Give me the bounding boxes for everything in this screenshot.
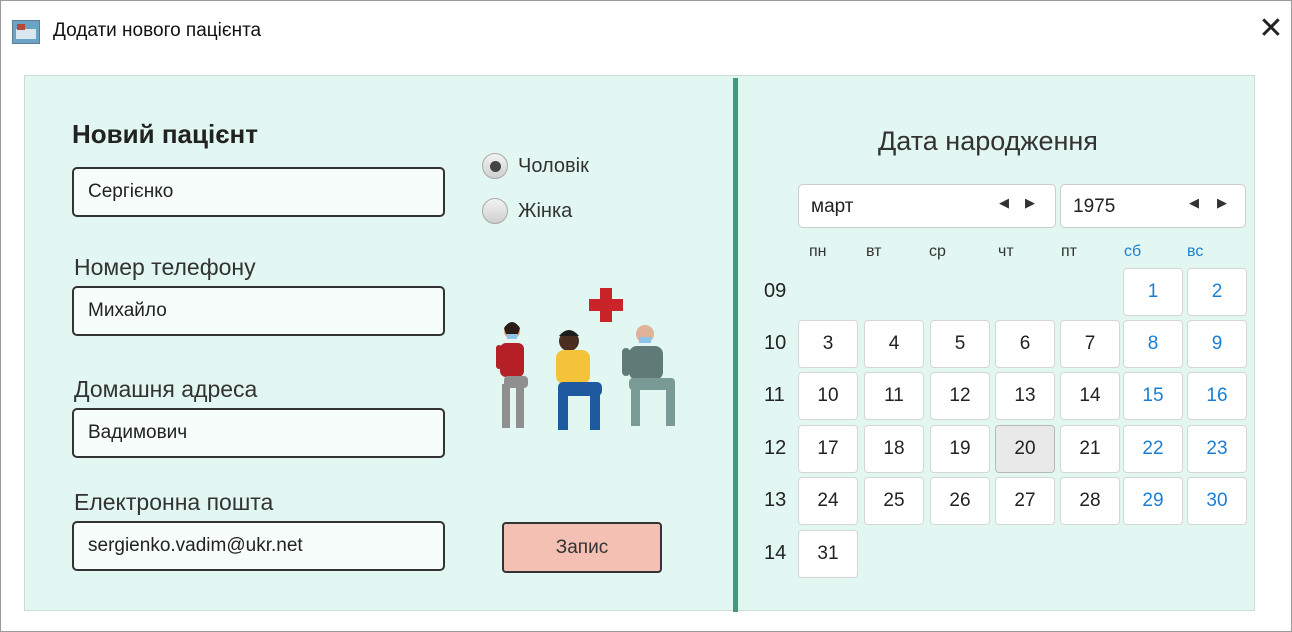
title-bar: Додати нового пацієнта ✕: [1, 1, 1291, 61]
medical-cross-icon: [589, 288, 623, 322]
calendar-day-cell[interactable]: 28: [1060, 477, 1120, 525]
calendar-day-cell[interactable]: 15: [1123, 372, 1183, 420]
calendar-day-cell[interactable]: 3: [798, 320, 858, 368]
form-heading: Новий пацієнт: [72, 119, 258, 149]
person-older-man-figure: [622, 325, 675, 426]
calendar-day-cell[interactable]: 31: [798, 530, 858, 578]
week-number: 10: [764, 332, 787, 354]
calendar-day-cell[interactable]: 6: [995, 320, 1055, 368]
calendar-day-cell[interactable]: 20: [995, 425, 1055, 473]
calendar-day-cell[interactable]: 29: [1123, 477, 1183, 525]
calendar-day-cell[interactable]: 8: [1123, 320, 1183, 368]
radio-male[interactable]: Чоловік: [482, 151, 589, 181]
week-number: 14: [764, 542, 787, 564]
radio-female-label: Жінка: [518, 199, 573, 222]
calendar-day-cell[interactable]: 13: [995, 372, 1055, 420]
window-title: Додати нового пацієнта: [53, 20, 262, 41]
calendar-day-cell[interactable]: 19: [930, 425, 990, 473]
address-label: Домашня адреса: [74, 376, 258, 402]
week-number: 09: [764, 280, 787, 302]
calendar-day-cell[interactable]: 26: [930, 477, 990, 525]
calendar-day-cell[interactable]: 1: [1123, 268, 1183, 316]
month-next-arrow-icon[interactable]: ▶: [1025, 195, 1035, 211]
month-spinner[interactable]: март ◀ ▶: [798, 184, 1056, 228]
radio-male-indicator[interactable]: [482, 153, 508, 179]
weekday-header: вс: [1187, 243, 1204, 260]
calendar-day-cell[interactable]: 11: [864, 372, 924, 420]
address-field[interactable]: [72, 408, 445, 458]
email-label: Електронна пошта: [74, 489, 274, 515]
weekday-header: чт: [998, 243, 1014, 260]
person-man-yellow-figure: [556, 330, 602, 430]
calendar-day-cell[interactable]: 12: [930, 372, 990, 420]
calendar-day-cell[interactable]: 24: [798, 477, 858, 525]
calendar-day-cell[interactable]: 16: [1187, 372, 1247, 420]
weekday-header: сб: [1124, 243, 1142, 260]
calendar-day-cell[interactable]: 21: [1060, 425, 1120, 473]
weekday-header: пт: [1061, 243, 1077, 260]
email-field[interactable]: [72, 521, 445, 571]
calendar-day-cell[interactable]: 9: [1187, 320, 1247, 368]
patients-waiting-illustration: [496, 288, 675, 430]
save-button[interactable]: Запис: [502, 522, 662, 573]
panel-divider: [733, 78, 738, 612]
weekday-header: вт: [866, 243, 882, 260]
calendar-day-cell[interactable]: 23: [1187, 425, 1247, 473]
calendar-day-cell[interactable]: 22: [1123, 425, 1183, 473]
calendar-day-cell[interactable]: 5: [930, 320, 990, 368]
calendar-day-cell[interactable]: 18: [864, 425, 924, 473]
year-prev-arrow-icon[interactable]: ◀: [1189, 195, 1199, 211]
week-number: 12: [764, 437, 787, 459]
calendar-day-cell[interactable]: 14: [1060, 372, 1120, 420]
person-woman-figure: [496, 322, 528, 428]
month-prev-arrow-icon[interactable]: ◀: [999, 195, 1009, 211]
calendar-day-cell[interactable]: 27: [995, 477, 1055, 525]
radio-male-label: Чоловік: [518, 154, 589, 177]
year-next-arrow-icon[interactable]: ▶: [1217, 195, 1227, 211]
calendar-day-cell[interactable]: 30: [1187, 477, 1247, 525]
week-number: 13: [764, 489, 787, 511]
calendar-day-cell[interactable]: 4: [864, 320, 924, 368]
calendar-day-cell[interactable]: 25: [864, 477, 924, 525]
close-button[interactable]: ✕: [1253, 11, 1289, 47]
weekday-header: пн: [809, 243, 827, 260]
week-number: 11: [764, 384, 785, 406]
weekday-header: ср: [929, 243, 946, 260]
calendar-day-cell[interactable]: 17: [798, 425, 858, 473]
calendar-day-cell[interactable]: 2: [1187, 268, 1247, 316]
year-value: 1975: [1073, 196, 1116, 217]
calendar-day-cell[interactable]: 7: [1060, 320, 1120, 368]
calendar-day-cell[interactable]: 10: [798, 372, 858, 420]
year-spinner[interactable]: 1975 ◀ ▶: [1060, 184, 1246, 228]
surname-field[interactable]: [72, 167, 445, 217]
month-value: март: [811, 196, 854, 217]
radio-female-indicator[interactable]: [482, 198, 508, 224]
phone-label: Номер телефону: [74, 254, 256, 280]
phone-field[interactable]: [72, 286, 445, 336]
birth-date-title: Дата народження: [878, 126, 1098, 156]
app-icon: [12, 20, 40, 44]
radio-female[interactable]: Жінка: [482, 196, 572, 226]
